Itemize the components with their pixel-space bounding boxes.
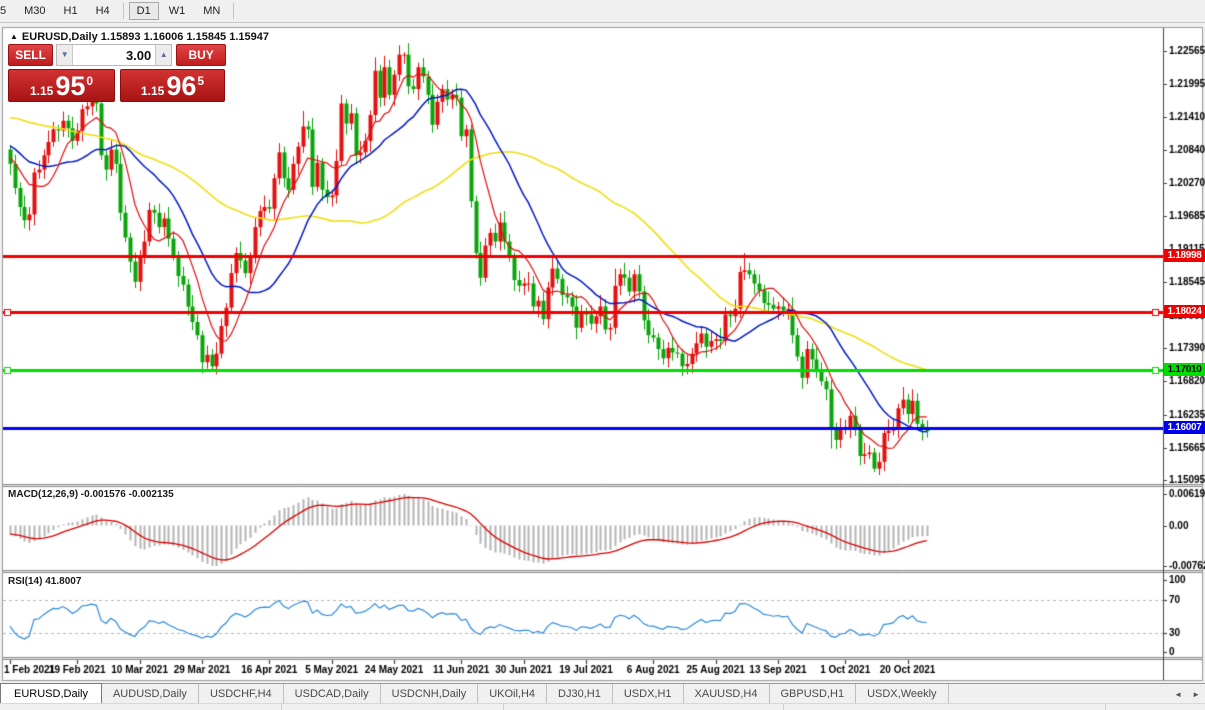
price-chart-canvas[interactable] [0, 0, 1205, 710]
buy-price-point: 5 [197, 74, 204, 88]
timeframe-button-h4[interactable]: H4 [88, 2, 118, 20]
sell-button[interactable]: SELL [8, 44, 53, 66]
timeframe-button-h1[interactable]: H1 [56, 2, 86, 20]
chart-title-text: EURUSD,Daily 1.15893 1.16006 1.15845 1.1… [22, 31, 269, 43]
volume-input[interactable] [73, 45, 155, 65]
status-bar [0, 703, 1205, 710]
buy-price-pips: 96 [166, 73, 196, 100]
timeframe-button-d1[interactable]: D1 [129, 2, 159, 20]
sell-price-point: 0 [86, 74, 93, 88]
price-label-support-green[interactable]: 1.17010 [1164, 363, 1205, 376]
rsi-label: RSI(14) 41.8007 [8, 576, 81, 587]
chart-tab-usdchf-h4[interactable]: USDCHF,H4 [199, 684, 284, 704]
collapse-triangle-icon[interactable]: ▲ [10, 32, 18, 41]
toolbar-separator [233, 3, 234, 19]
buy-price-base: 1.15 [141, 84, 164, 98]
chart-tab-usdx-weekly[interactable]: USDX,Weekly [856, 684, 948, 704]
chart-tab-eurusd-daily[interactable]: EURUSD,Daily [0, 683, 102, 704]
chart-title: ▲ EURUSD,Daily 1.15893 1.16006 1.15845 1.… [10, 31, 269, 43]
one-click-trading-panel: SELL ▼ ▲ BUY 1.15950 1.15965 [8, 44, 226, 102]
macd-label: MACD(12,26,9) -0.001576 -0.002135 [8, 489, 174, 500]
tab-scroll-arrows: ◄ ► [1169, 684, 1205, 704]
price-label-resistance-1[interactable]: 1.18998 [1164, 249, 1205, 262]
timeframe-button-m5-clipped[interactable]: 5 [0, 2, 14, 20]
sell-price-display[interactable]: 1.15950 [8, 69, 115, 102]
chart-tab-usdcad-daily[interactable]: USDCAD,Daily [284, 684, 381, 704]
timeframe-toolbar: 5 M30 H1 H4 D1 W1 MN [0, 0, 1205, 23]
volume-spinner: ▼ ▲ [56, 44, 172, 66]
timeframe-button-w1[interactable]: W1 [161, 2, 194, 20]
sell-price-pips: 95 [55, 73, 85, 100]
chart-tab-bar: EURUSD,Daily AUDUSD,Daily USDCHF,H4 USDC… [0, 683, 1205, 704]
tab-scroll-left-icon[interactable]: ◄ [1169, 690, 1187, 699]
chart-tab-usdx-h1[interactable]: USDX,H1 [613, 684, 684, 704]
chart-tab-xauusd-h4[interactable]: XAUUSD,H4 [684, 684, 770, 704]
timeframe-button-mn[interactable]: MN [195, 2, 228, 20]
status-segment [282, 704, 504, 710]
buy-button[interactable]: BUY [176, 44, 226, 66]
price-label-current-blue[interactable]: 1.16007 [1164, 421, 1205, 434]
chart-tab-usdcnh-daily[interactable]: USDCNH,Daily [381, 684, 479, 704]
chart-tab-gbpusd-h1[interactable]: GBPUSD,H1 [770, 684, 857, 704]
sell-price-base: 1.15 [30, 84, 53, 98]
buy-price-display[interactable]: 1.15965 [120, 69, 225, 102]
volume-increase-button[interactable]: ▲ [155, 45, 171, 65]
price-label-resistance-2[interactable]: 1.18024 [1164, 305, 1205, 318]
tab-scroll-right-icon[interactable]: ► [1187, 690, 1205, 699]
toolbar-separator [123, 3, 124, 19]
chart-tab-dj30-h1[interactable]: DJ30,H1 [547, 684, 613, 704]
application-window: 5 M30 H1 H4 D1 W1 MN ▲ EURUSD,Daily 1.158… [0, 0, 1205, 710]
status-segment [504, 704, 784, 710]
timeframe-button-m30[interactable]: M30 [16, 2, 53, 20]
chart-tab-audusd-daily[interactable]: AUDUSD,Daily [102, 684, 199, 704]
status-segment [784, 704, 1106, 710]
status-segment [0, 704, 282, 710]
volume-decrease-button[interactable]: ▼ [57, 45, 73, 65]
chart-tab-ukoil-h4[interactable]: UKOil,H4 [478, 684, 547, 704]
